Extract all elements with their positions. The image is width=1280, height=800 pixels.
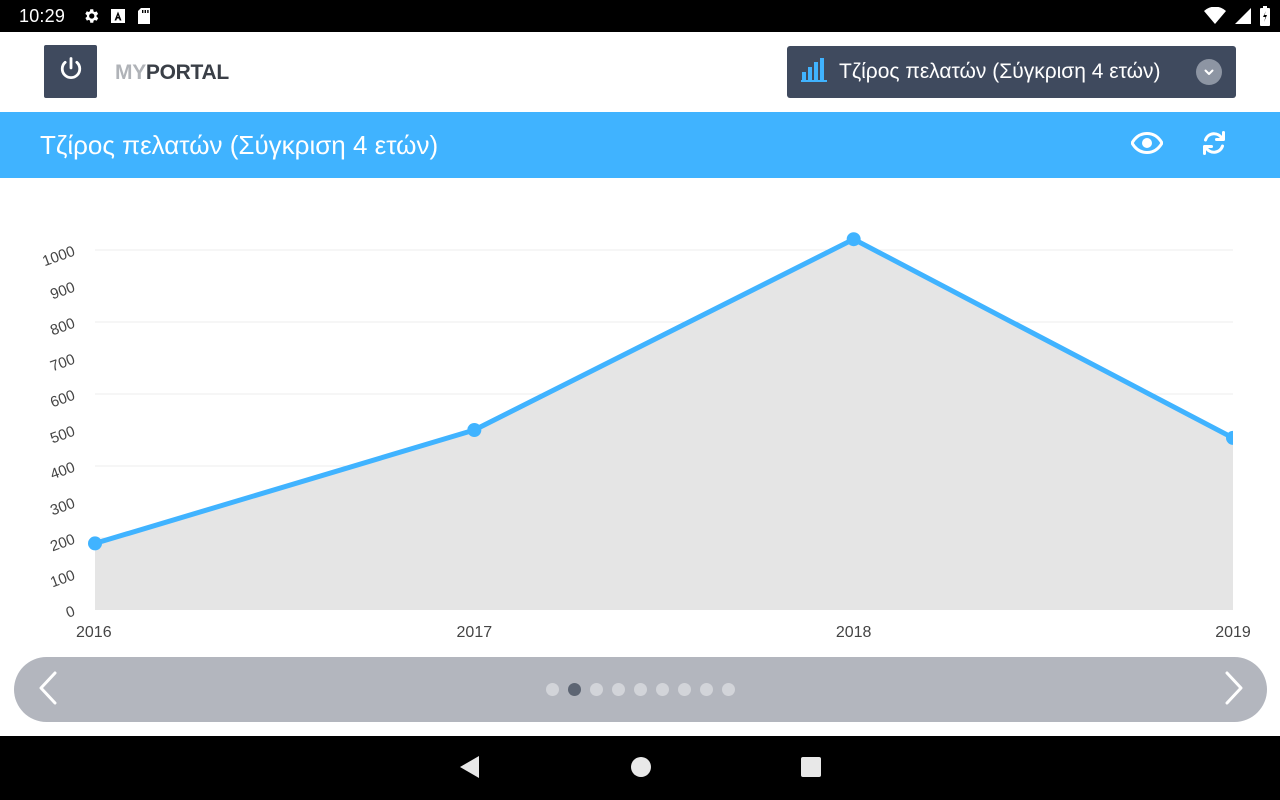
logo-portal: PORTAL bbox=[145, 61, 229, 84]
status-icons-left bbox=[82, 7, 152, 30]
sd-card-icon bbox=[136, 7, 152, 30]
pager-dot[interactable] bbox=[634, 683, 647, 696]
status-bar: 10:29 bbox=[0, 0, 1280, 32]
pager-dot[interactable] bbox=[678, 683, 691, 696]
x-tick-label: 2019 bbox=[1215, 624, 1251, 641]
report-title: Τζίρος πελατών (Σύγκριση 4 ετών) bbox=[40, 130, 439, 160]
y-tick-label: 900 bbox=[48, 279, 77, 304]
pager-dots bbox=[14, 657, 1267, 722]
pager-dot[interactable] bbox=[568, 683, 581, 696]
x-tick-label: 2017 bbox=[457, 624, 493, 641]
signal-icon bbox=[1234, 7, 1252, 30]
battery-icon bbox=[1260, 6, 1270, 31]
report-selector[interactable]: Τζίρος πελατών (Σύγκριση 4 ετών) bbox=[787, 46, 1236, 98]
y-tick-label: 200 bbox=[48, 531, 77, 556]
pager-dot[interactable] bbox=[700, 683, 713, 696]
view-button[interactable] bbox=[1130, 129, 1164, 161]
recents-square-icon bbox=[800, 756, 822, 783]
font-a-icon bbox=[110, 8, 126, 29]
data-point bbox=[1226, 430, 1233, 445]
turnover-area-chart: 0 100 200 300 400 500 600 700 800 900 1000 2016 2017… bbox=[40, 232, 1251, 641]
next-chart-button[interactable] bbox=[1216, 671, 1252, 709]
series-area bbox=[95, 239, 1233, 610]
nav-back-button[interactable] bbox=[456, 755, 482, 784]
x-tick-label: 2016 bbox=[76, 624, 112, 641]
y-tick-label: 100 bbox=[48, 567, 77, 592]
report-selector-label: Τζίρος πελατών (Σύγκριση 4 ετών) bbox=[839, 60, 1161, 83]
refresh-icon bbox=[1200, 129, 1228, 162]
pager-dot[interactable] bbox=[722, 683, 735, 696]
data-point bbox=[846, 232, 861, 247]
power-button[interactable] bbox=[44, 45, 97, 98]
pager-dot[interactable] bbox=[612, 683, 625, 696]
home-circle-icon bbox=[630, 756, 652, 783]
report-title-bar: Τζίρος πελατών (Σύγκριση 4 ετών) bbox=[0, 112, 1280, 178]
y-tick-label: 700 bbox=[48, 351, 77, 376]
y-tick-label: 1000 bbox=[40, 243, 77, 270]
chart-area: 0 100 200 300 400 500 600 700 800 900 1000 2016 2017… bbox=[0, 178, 1280, 656]
y-tick-label: 500 bbox=[48, 423, 77, 448]
gear-icon bbox=[82, 7, 100, 30]
pager-dot[interactable] bbox=[546, 683, 559, 696]
bar-chart-icon bbox=[801, 57, 827, 87]
pager-dot[interactable] bbox=[656, 683, 669, 696]
chevron-down-icon bbox=[1196, 59, 1222, 85]
nav-home-button[interactable] bbox=[628, 756, 654, 782]
eye-icon bbox=[1130, 131, 1164, 159]
data-point bbox=[88, 536, 102, 551]
logo-my: MY bbox=[115, 61, 146, 84]
y-tick-label: 0 bbox=[64, 603, 78, 622]
app-logo: MYPORTAL bbox=[115, 61, 229, 85]
y-tick-label: 800 bbox=[48, 315, 77, 340]
y-tick-label: 300 bbox=[48, 495, 77, 520]
power-icon bbox=[57, 55, 85, 88]
nav-recents-button[interactable] bbox=[798, 756, 824, 782]
pager-dot[interactable] bbox=[590, 683, 603, 696]
status-icons-right bbox=[1204, 6, 1270, 31]
status-time: 10:29 bbox=[19, 6, 66, 26]
data-point bbox=[467, 423, 482, 437]
refresh-button[interactable] bbox=[1198, 129, 1230, 161]
y-tick-label: 400 bbox=[48, 459, 77, 484]
wifi-icon bbox=[1204, 6, 1226, 30]
x-tick-label: 2018 bbox=[836, 624, 872, 641]
system-nav-bar bbox=[0, 736, 1280, 800]
chart-pager bbox=[14, 657, 1267, 722]
y-tick-label: 600 bbox=[48, 387, 77, 412]
app-header: MYPORTAL Τζίρος πελατών (Σύγκριση 4 ετών… bbox=[0, 32, 1280, 112]
back-triangle-icon bbox=[458, 755, 480, 784]
chevron-right-icon bbox=[1224, 671, 1244, 710]
